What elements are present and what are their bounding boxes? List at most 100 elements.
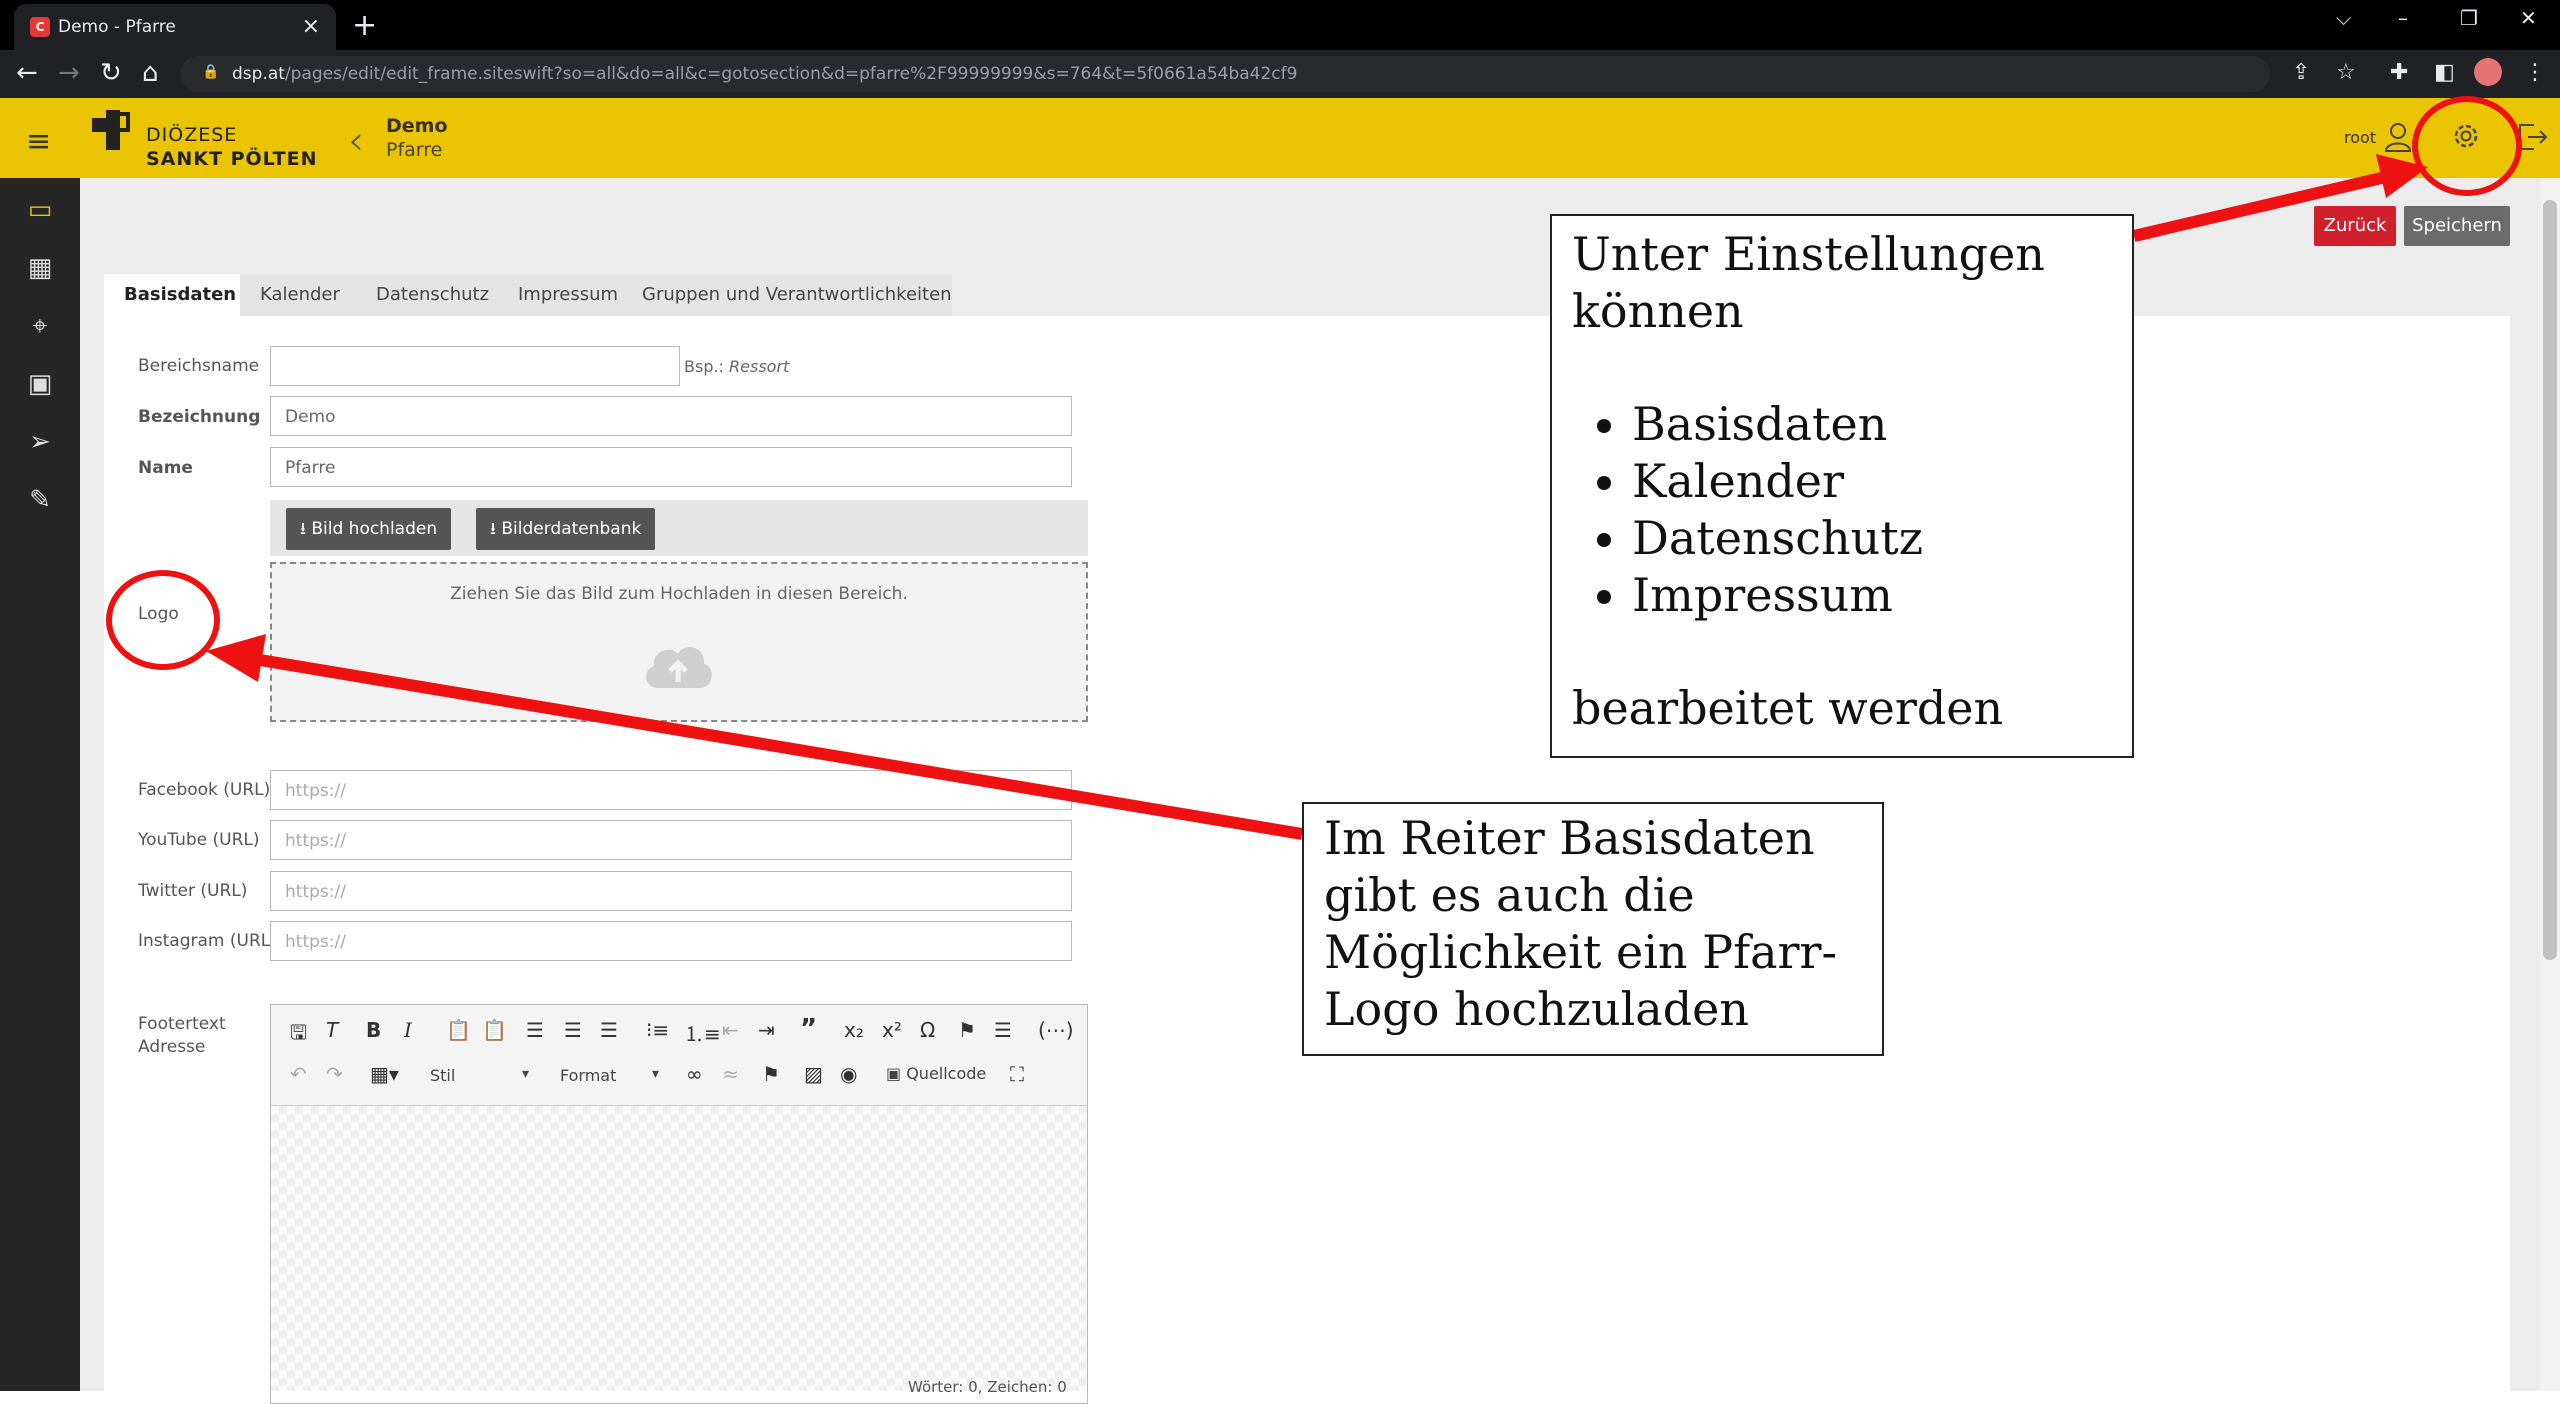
- browser-tab[interactable]: C Demo - Pfarre ×: [14, 4, 336, 50]
- editor-content-area[interactable]: [271, 1106, 1087, 1391]
- new-tab-icon[interactable]: +: [352, 8, 377, 43]
- breadcrumb-back-icon[interactable]: ‹: [348, 118, 364, 164]
- settings-highlight-circle: [2412, 96, 2522, 196]
- facebook-label: Facebook (URL): [138, 780, 271, 800]
- profile-icon[interactable]: [2474, 58, 2502, 86]
- italic-icon[interactable]: I: [404, 1018, 412, 1042]
- undo-icon[interactable]: ↶: [290, 1062, 307, 1086]
- settings-callout-line2: können: [1572, 284, 1744, 338]
- extensions-icon[interactable]: ✚: [2390, 60, 2408, 85]
- tab-basisdaten[interactable]: Basisdaten: [104, 274, 240, 316]
- back-button[interactable]: Zurück: [2314, 206, 2396, 246]
- paste-text-icon[interactable]: 📋: [482, 1018, 507, 1042]
- horizontal-rule-icon[interactable]: ☰: [994, 1018, 1012, 1042]
- menu-icon[interactable]: ⋮: [2524, 60, 2546, 85]
- chevron-down-icon[interactable]: ▾: [652, 1066, 659, 1082]
- reload-icon[interactable]: ↻: [100, 58, 122, 88]
- facebook-url-input[interactable]: https://: [270, 770, 1072, 810]
- align-right-icon[interactable]: ☰: [600, 1018, 618, 1042]
- twitter-url-input[interactable]: https://: [270, 871, 1072, 911]
- save-button[interactable]: Speichern: [2404, 206, 2510, 246]
- image-library-button[interactable]: ⭳ Bilderdatenbank: [476, 508, 656, 550]
- sidebar-pages-icon[interactable]: ▭: [0, 188, 80, 232]
- save-doc-icon[interactable]: 🖫: [290, 1018, 307, 1052]
- settings-callout-list: Basisdaten Kalender Datenschutz Impressu…: [1572, 396, 2112, 624]
- outdent-icon[interactable]: ⇤: [722, 1018, 739, 1042]
- star-icon[interactable]: ☆: [2336, 60, 2356, 85]
- tab-search-icon[interactable]: ⌵: [2336, 6, 2351, 30]
- numbered-list-icon[interactable]: ⒈≡: [684, 1018, 721, 1047]
- bereichsname-input[interactable]: [270, 346, 680, 386]
- footer-label-address: Adresse: [138, 1037, 206, 1057]
- image-icon[interactable]: ▨: [804, 1062, 823, 1086]
- bold-icon[interactable]: B: [366, 1018, 381, 1042]
- sidepanel-icon[interactable]: ◧: [2434, 60, 2455, 85]
- source-code-icon: ▣: [886, 1064, 907, 1083]
- source-code-button[interactable]: ▣ Quellcode: [886, 1064, 986, 1083]
- bereichsname-label: Bereichsname: [138, 356, 260, 376]
- style-select[interactable]: Stil: [430, 1066, 455, 1085]
- forward-icon[interactable]: →: [58, 58, 80, 88]
- upload-image-button[interactable]: ⭳ Bild hochladen: [286, 508, 452, 550]
- sidebar-edit-icon[interactable]: ✎: [0, 478, 80, 522]
- tab-gruppen[interactable]: Gruppen und Verantwortlichkeiten: [622, 274, 952, 316]
- media-icon[interactable]: ◉: [840, 1062, 857, 1086]
- youtube-url-input[interactable]: https://: [270, 820, 1072, 860]
- indent-icon[interactable]: ⇥: [758, 1018, 775, 1042]
- sidebar-calendar-icon[interactable]: ▦: [0, 246, 80, 290]
- window-close-icon[interactable]: ✕: [2520, 6, 2537, 30]
- address-bar[interactable]: 🔒 dsp.at/pages/edit/edit_frame.siteswift…: [180, 56, 2270, 92]
- youtube-label: YouTube (URL): [138, 830, 260, 850]
- special-char-icon[interactable]: Ω: [920, 1018, 935, 1042]
- tab-kalender[interactable]: Kalender: [240, 274, 356, 316]
- placeholder-icon[interactable]: (⋯): [1038, 1018, 1074, 1042]
- table-icon[interactable]: ▦▾: [370, 1062, 399, 1086]
- align-left-icon[interactable]: ☰: [526, 1018, 544, 1042]
- bezeichnung-label: Bezeichnung: [138, 407, 261, 427]
- cloud-upload-icon: [646, 647, 712, 688]
- blockquote-icon[interactable]: ”: [800, 1014, 817, 1044]
- url-path: /pages/edit/edit_frame.siteswift?so=all&…: [284, 64, 1298, 84]
- instagram-label: Instagram (URL): [138, 931, 277, 951]
- sidebar-contacts-icon[interactable]: ▣: [0, 362, 80, 406]
- tab-datenschutz[interactable]: Datenschutz: [356, 274, 498, 316]
- browser-tab-title: Demo - Pfarre: [58, 17, 176, 37]
- hint-example: Ressort: [729, 357, 790, 376]
- footer-label: Footertext: [138, 1014, 226, 1034]
- minimize-icon[interactable]: –: [2398, 6, 2408, 30]
- chevron-down-icon[interactable]: ▾: [522, 1066, 529, 1082]
- maximize-icon[interactable]: ⛶: [1010, 1062, 1024, 1086]
- share-icon[interactable]: ⇪: [2292, 60, 2310, 85]
- back-icon[interactable]: ←: [16, 58, 38, 88]
- tab-close-icon[interactable]: ×: [302, 14, 320, 39]
- paste-icon[interactable]: 📋: [446, 1018, 471, 1042]
- anchor-flag-icon[interactable]: ⚑: [958, 1018, 976, 1042]
- home-icon[interactable]: ⌂: [142, 58, 159, 88]
- bezeichnung-input[interactable]: Demo: [270, 396, 1072, 436]
- unlink-icon[interactable]: ≈: [722, 1062, 739, 1086]
- hamburger-menu-icon[interactable]: ≡: [26, 124, 51, 159]
- user-icon[interactable]: [2384, 122, 2412, 152]
- breadcrumb-title[interactable]: Demo: [386, 115, 448, 137]
- subscript-icon[interactable]: x₂: [844, 1018, 864, 1042]
- restore-icon[interactable]: ❐: [2460, 6, 2478, 30]
- sidebar-location-icon[interactable]: ⌖: [0, 304, 80, 348]
- bullet-list-icon[interactable]: ⁝≡: [646, 1018, 669, 1042]
- settings-callout-line1: Unter Einstellungen: [1572, 227, 2045, 281]
- url-text: dsp.at/pages/edit/edit_frame.siteswift?s…: [232, 64, 1297, 84]
- tab-impressum[interactable]: Impressum: [498, 274, 622, 316]
- remove-format-icon[interactable]: T: [326, 1018, 338, 1042]
- instagram-url-input[interactable]: https://: [270, 921, 1072, 961]
- user-name[interactable]: root: [2344, 128, 2376, 147]
- logo-highlight-circle: [106, 570, 220, 670]
- format-select[interactable]: Format: [560, 1066, 616, 1085]
- name-input[interactable]: Pfarre: [270, 447, 1072, 487]
- superscript-icon[interactable]: x²: [882, 1018, 902, 1042]
- align-center-icon[interactable]: ☰: [564, 1018, 582, 1042]
- redo-icon[interactable]: ↷: [326, 1062, 343, 1086]
- sidebar-send-icon[interactable]: ➢: [0, 420, 80, 464]
- link-icon[interactable]: ∞: [686, 1062, 703, 1086]
- anchor-icon[interactable]: ⚑: [762, 1062, 780, 1086]
- scrollbar-thumb[interactable]: [2543, 200, 2557, 960]
- download-icon: ⭳: [490, 519, 502, 539]
